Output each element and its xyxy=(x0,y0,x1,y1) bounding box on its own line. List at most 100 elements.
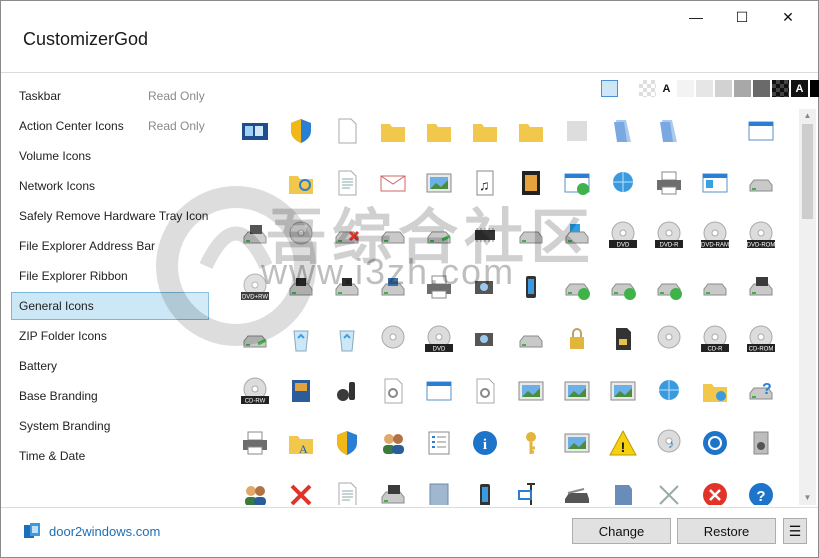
background-swatch[interactable] xyxy=(810,80,819,97)
text-cursor-icon[interactable] xyxy=(516,480,546,505)
sidebar-item[interactable]: Network Icons xyxy=(11,172,209,200)
usb-drive-icon[interactable] xyxy=(516,324,546,354)
drive-question-icon[interactable]: ? xyxy=(746,376,776,406)
drive-icon[interactable] xyxy=(700,272,730,302)
background-swatch[interactable] xyxy=(715,80,732,97)
background-swatch[interactable] xyxy=(696,80,713,97)
change-button[interactable]: Change xyxy=(572,518,671,544)
dvd-r-icon[interactable]: DVD-R xyxy=(654,220,684,250)
dvd-drive-icon[interactable]: DVD xyxy=(608,220,638,250)
background-swatch[interactable] xyxy=(734,80,751,97)
background-swatch[interactable]: A xyxy=(791,80,808,97)
globe-network-icon[interactable] xyxy=(654,376,684,406)
sidebar-item[interactable]: System Branding xyxy=(11,412,209,440)
drive-check-icon[interactable] xyxy=(608,272,638,302)
users-icon[interactable] xyxy=(240,480,270,505)
library-thin-icon[interactable] xyxy=(654,116,684,146)
library-icon[interactable] xyxy=(608,116,638,146)
dvd-rom-icon[interactable]: DVD-ROM xyxy=(746,220,776,250)
drive-check-icon[interactable] xyxy=(562,272,592,302)
music-cd-icon[interactable]: ♪ xyxy=(654,428,684,458)
scroll-up-arrow-icon[interactable]: ▲ xyxy=(799,109,816,123)
shield-icon[interactable] xyxy=(286,116,316,146)
blank-doc-icon[interactable] xyxy=(332,116,362,146)
cd-rom-icon[interactable]: CD-ROM xyxy=(746,324,776,354)
folder-font-icon[interactable]: A xyxy=(286,428,316,458)
help-icon[interactable]: ? xyxy=(746,480,776,505)
gear-window-icon[interactable] xyxy=(424,376,454,406)
scrollbar-thumb[interactable] xyxy=(802,124,813,219)
network-globe-icon[interactable] xyxy=(608,168,638,198)
cd-icon[interactable] xyxy=(378,324,408,354)
printer-icon[interactable] xyxy=(654,168,684,198)
drive-green-icon[interactable] xyxy=(240,324,270,354)
background-swatch[interactable] xyxy=(601,80,618,97)
floppy-install-icon[interactable] xyxy=(378,480,408,505)
sidebar-item[interactable]: Volume Icons xyxy=(11,142,209,170)
maximize-button[interactable]: ☐ xyxy=(719,1,765,33)
picture-house-icon[interactable] xyxy=(516,376,546,406)
window-app-icon[interactable] xyxy=(746,116,776,146)
background-swatch[interactable] xyxy=(753,80,770,97)
folder-icon[interactable] xyxy=(424,116,454,146)
user-pic-icon[interactable] xyxy=(562,376,592,406)
cd-rw-icon[interactable]: CD-RW xyxy=(240,376,270,406)
sidebar-item[interactable]: Base Branding xyxy=(11,382,209,410)
speaker-icon[interactable] xyxy=(746,428,776,458)
drive-frame-icon[interactable] xyxy=(424,480,454,505)
vertical-scrollbar[interactable]: ▲ ▼ xyxy=(799,109,816,505)
floppy-drive-icon[interactable] xyxy=(746,272,776,302)
cd-icon[interactable] xyxy=(654,324,684,354)
recycle-icon[interactable] xyxy=(286,324,316,354)
background-swatch[interactable] xyxy=(620,80,637,97)
drive-floppy-icon[interactable] xyxy=(746,168,776,198)
error-icon[interactable] xyxy=(700,480,730,505)
sidebar-item[interactable]: Time & Date xyxy=(11,442,209,470)
sync-icon[interactable] xyxy=(700,428,730,458)
background-swatch[interactable] xyxy=(772,80,789,97)
door2windows-link[interactable]: door2windows.com xyxy=(49,524,160,539)
key-icon[interactable] xyxy=(516,428,546,458)
minimize-button[interactable]: — xyxy=(673,1,719,33)
printer-icon[interactable] xyxy=(240,428,270,458)
lock-icon[interactable] xyxy=(562,324,592,354)
sd-card-icon[interactable] xyxy=(608,324,638,354)
sidebar-item[interactable]: Safely Remove Hardware Tray Icon xyxy=(11,202,209,230)
binder-icon[interactable] xyxy=(608,480,638,505)
red-x-icon[interactable] xyxy=(286,480,316,505)
book-icon[interactable] xyxy=(286,376,316,406)
phone-icon[interactable] xyxy=(516,272,546,302)
sidebar-item[interactable]: General Icons xyxy=(11,292,209,320)
monitor-group-icon[interactable] xyxy=(240,116,270,146)
folder-icon[interactable] xyxy=(378,116,408,146)
background-swatch[interactable] xyxy=(639,80,656,97)
folder-globe-icon[interactable] xyxy=(700,376,730,406)
drive-check-icon[interactable] xyxy=(654,272,684,302)
media-player-icon[interactable] xyxy=(332,376,362,406)
sidebar-item[interactable]: File Explorer Ribbon xyxy=(11,262,209,290)
doc-text-icon[interactable] xyxy=(332,480,362,505)
photo-icon[interactable] xyxy=(562,428,592,458)
restore-button[interactable]: Restore xyxy=(677,518,776,544)
close-button[interactable]: ✕ xyxy=(765,1,811,33)
phone-tablet-icon[interactable] xyxy=(470,480,500,505)
folder-icon[interactable] xyxy=(470,116,500,146)
warning-icon[interactable]: ! xyxy=(608,428,638,458)
globe-folder-icon[interactable] xyxy=(562,116,592,146)
gray-x-icon[interactable] xyxy=(654,480,684,505)
users-icon[interactable] xyxy=(378,428,408,458)
landscape-icon[interactable] xyxy=(608,376,638,406)
scroll-down-arrow-icon[interactable]: ▼ xyxy=(799,491,816,505)
gear-doc-icon[interactable] xyxy=(378,376,408,406)
folder-thin-icon[interactable] xyxy=(516,116,546,146)
menu-button[interactable]: ☰ xyxy=(783,518,807,544)
control-panel-icon[interactable] xyxy=(700,168,730,198)
background-swatch[interactable]: A xyxy=(658,80,675,97)
background-swatch[interactable] xyxy=(677,80,694,97)
camera-icon[interactable] xyxy=(470,324,500,354)
recycle-icon[interactable] xyxy=(332,324,362,354)
checklist-icon[interactable] xyxy=(424,428,454,458)
dvd-ram-icon[interactable]: DVD-RAM xyxy=(700,220,730,250)
shield-uac-icon[interactable] xyxy=(332,428,362,458)
dvd-icon[interactable]: DVD xyxy=(424,324,454,354)
